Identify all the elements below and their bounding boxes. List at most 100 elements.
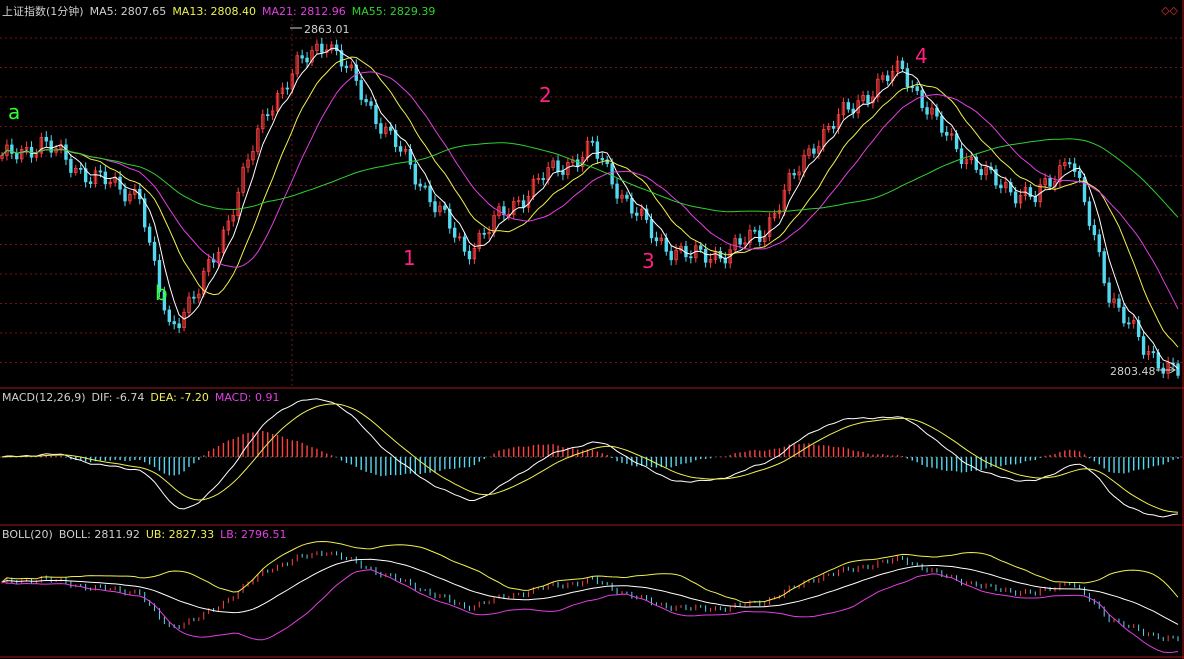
lb-readout: LB: 2796.51 <box>220 528 287 541</box>
chart-title: 上证指数(1分钟) <box>2 5 84 18</box>
candle-body <box>625 194 629 199</box>
candle-body <box>344 65 349 69</box>
candle-body <box>379 123 383 134</box>
dif-readout: DIF: -6.74 <box>91 391 145 404</box>
candle-body <box>1013 191 1018 204</box>
macd-panel <box>0 398 1184 518</box>
candle-body <box>703 248 708 263</box>
candle-body <box>664 237 668 252</box>
candle-body <box>374 105 378 125</box>
macd-header: MACD(12,26,9) DIF: -6.74 DEA: -7.20 MACD: 0… <box>2 391 286 404</box>
candle-body <box>305 57 309 63</box>
candle-body <box>285 87 290 90</box>
candle-body <box>1141 336 1146 355</box>
candle-body <box>79 167 83 170</box>
candle-body <box>462 236 467 252</box>
candle-body <box>630 197 634 214</box>
candle-body <box>556 160 560 172</box>
candle-body <box>1072 163 1077 172</box>
candle-body <box>320 43 324 53</box>
high-price-label: 2863.01 <box>304 23 350 36</box>
diamond-outline-icon[interactable]: ◇◇ <box>1161 4 1178 17</box>
ma13-readout: MA13: 2808.40 <box>172 5 257 18</box>
ub-readout: UB: 2827.33 <box>145 528 215 541</box>
candle-body <box>635 212 639 216</box>
candle-body <box>15 152 19 160</box>
candle-body <box>1122 306 1126 324</box>
candle-body <box>300 55 304 59</box>
candle-body <box>266 114 270 117</box>
ma5-line <box>1 47 1179 370</box>
candle-body <box>905 68 910 87</box>
candle-body <box>359 80 363 100</box>
candle-body <box>49 140 53 153</box>
candle-body <box>467 250 472 260</box>
boll-upper-line <box>1 540 1179 604</box>
candle-body <box>64 144 68 160</box>
wave-label-a: a <box>8 100 21 124</box>
dif-line <box>1 398 1179 518</box>
candle-body <box>1092 225 1097 236</box>
price-panel: 2863.01 2803.48 <box>0 14 1184 388</box>
candle-body <box>925 107 929 115</box>
price-grid <box>0 37 1184 363</box>
candle-body <box>689 256 693 259</box>
candlesticks <box>0 37 1180 379</box>
candle-body <box>443 205 447 210</box>
candle-body <box>792 173 796 176</box>
candle-body <box>684 245 688 258</box>
candle-body <box>452 227 457 238</box>
candle-body <box>654 237 659 242</box>
candle-body <box>758 230 762 242</box>
candle-body <box>541 178 545 181</box>
low-price-label: 2803.48 <box>1110 365 1156 378</box>
candle-body <box>369 101 373 106</box>
candle-body <box>615 183 619 199</box>
candle-body <box>738 238 742 245</box>
candle-body <box>482 232 486 235</box>
boll-mid-line <box>1 558 1179 625</box>
wave-label-b: b <box>155 281 168 305</box>
candle-body <box>915 86 919 91</box>
candle-body <box>1068 162 1072 165</box>
candle-body <box>575 159 580 167</box>
candle-body <box>418 183 422 187</box>
candle-body <box>1048 178 1052 187</box>
ma5-readout: MA5: 2807.65 <box>89 5 167 18</box>
ma21-line <box>1 71 1179 310</box>
candle-body <box>885 75 890 82</box>
candle-body <box>831 126 836 129</box>
candle-body <box>866 94 870 104</box>
candle-body <box>945 131 949 136</box>
candle-body <box>364 99 368 103</box>
macd-readout: MACD: 0.91 <box>214 391 280 404</box>
dea-readout: DEA: -7.20 <box>150 391 209 404</box>
boll-panel <box>1 540 1179 654</box>
boll-readout: BOLL: 2811.92 <box>58 528 140 541</box>
candle-body <box>69 158 73 173</box>
candle-body <box>423 185 427 188</box>
candle-body <box>561 170 565 175</box>
candle-body <box>1102 251 1106 284</box>
candle-body <box>1151 351 1156 354</box>
candle-body <box>590 140 595 143</box>
candle-body <box>979 169 983 176</box>
ma55-readout: MA55: 2829.39 <box>351 5 436 18</box>
candle-body <box>147 226 152 243</box>
candle-body <box>1156 352 1161 369</box>
candle-body <box>1127 322 1131 325</box>
boll-lower-line <box>1 569 1179 654</box>
candle-body <box>600 157 605 161</box>
candle-body <box>428 185 432 203</box>
candle-body <box>1176 363 1180 376</box>
candle-body <box>940 115 944 133</box>
price-header: 上证指数(1分钟) MA5: 2807.65 MA13: 2808.40 MA21: … <box>2 5 441 18</box>
candle-body <box>389 126 393 131</box>
boll-bands <box>1 540 1179 654</box>
boll-header: BOLL(20) BOLL: 2811.92 UB: 2827.33 LB: 2796… <box>2 528 293 541</box>
candle-body <box>88 181 93 185</box>
candle-body <box>1077 171 1082 178</box>
boll-price-bars <box>1 550 1179 642</box>
ma55-line <box>1 138 1179 218</box>
ma21-readout: MA21: 2812.96 <box>262 5 346 18</box>
